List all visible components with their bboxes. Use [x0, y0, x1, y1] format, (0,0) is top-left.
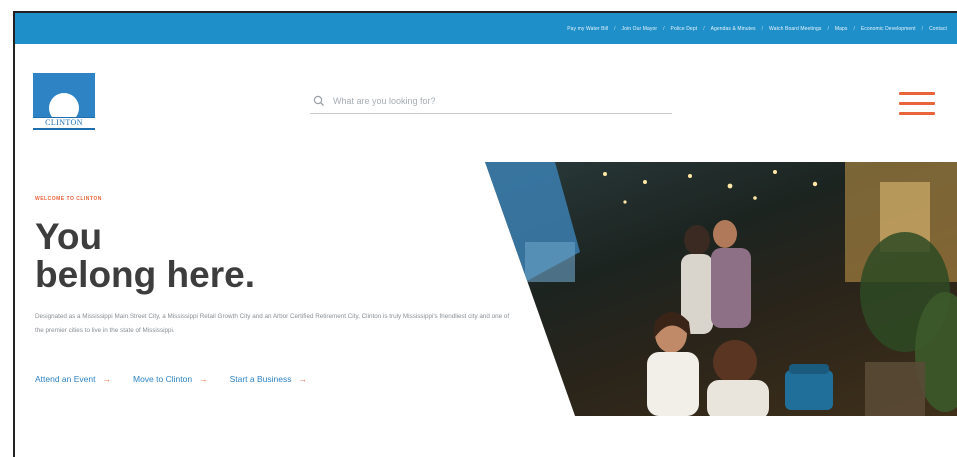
clinton-logo[interactable]: CLINTON — [33, 73, 95, 131]
hero-kicker: WELCOME TO CLINTON — [35, 196, 102, 202]
hero-intro-text: Designated as a Mississippi Main Street … — [35, 313, 510, 334]
logo-emblem — [33, 73, 95, 117]
cta-label: Move to Clinton — [133, 374, 193, 384]
attend-event-link[interactable]: Attend an Event → — [35, 374, 111, 384]
headline-line-2: belong here. — [35, 254, 255, 295]
sun-icon — [49, 93, 79, 117]
move-to-clinton-link[interactable]: Move to Clinton → — [133, 374, 208, 384]
utility-link-maps[interactable]: Maps — [835, 26, 848, 32]
utility-separator: / — [614, 25, 616, 32]
menu-line — [899, 102, 935, 105]
logo-text: CLINTON — [33, 117, 95, 130]
hero-cta-row: Attend an Event → Move to Clinton → Start … — [35, 374, 307, 384]
search-icon — [313, 95, 324, 106]
menu-line — [899, 112, 935, 115]
utility-separator: / — [761, 25, 764, 32]
utility-link-police-dept[interactable]: Police Dept — [671, 26, 698, 32]
hamburger-menu-icon[interactable] — [899, 92, 935, 116]
hero-headline: You belong here. — [35, 218, 255, 294]
headline-line-1: You — [35, 216, 103, 257]
search-bar[interactable] — [310, 89, 672, 114]
utility-separator: / — [853, 25, 855, 32]
start-business-link[interactable]: Start a Business → — [230, 374, 307, 384]
utility-link-board-meetings[interactable]: Watch Board Meetings — [769, 26, 821, 32]
utility-link-contact[interactable]: Contact — [929, 26, 947, 32]
cta-label: Start a Business — [229, 374, 292, 384]
arrow-right-icon: → — [102, 374, 112, 384]
hero-photo — [485, 162, 957, 416]
search-input[interactable] — [331, 95, 655, 107]
arrow-right-icon: → — [298, 374, 307, 384]
browser-page: Pay my Water Bill / Join Our Mayor / Pol… — [13, 11, 957, 457]
utility-link-agendas-minutes[interactable]: Agendas & Minutes — [711, 26, 756, 32]
utility-separator: / — [703, 25, 705, 32]
utility-link-join-mayor[interactable]: Join Our Mayor — [622, 26, 658, 32]
menu-line — [899, 92, 935, 95]
utility-separator: / — [921, 25, 924, 32]
cta-label: Attend an Event — [35, 374, 96, 384]
arrow-right-icon: → — [199, 374, 208, 384]
utility-link-pay-water-bill[interactable]: Pay my Water Bill — [567, 26, 608, 32]
hero-photo-illustration — [485, 162, 957, 416]
utility-separator: / — [663, 25, 665, 32]
utility-nav-bar: Pay my Water Bill / Join Our Mayor / Pol… — [15, 13, 957, 44]
utility-separator: / — [827, 25, 829, 32]
utility-link-economic-development[interactable]: Economic Development — [861, 26, 916, 32]
